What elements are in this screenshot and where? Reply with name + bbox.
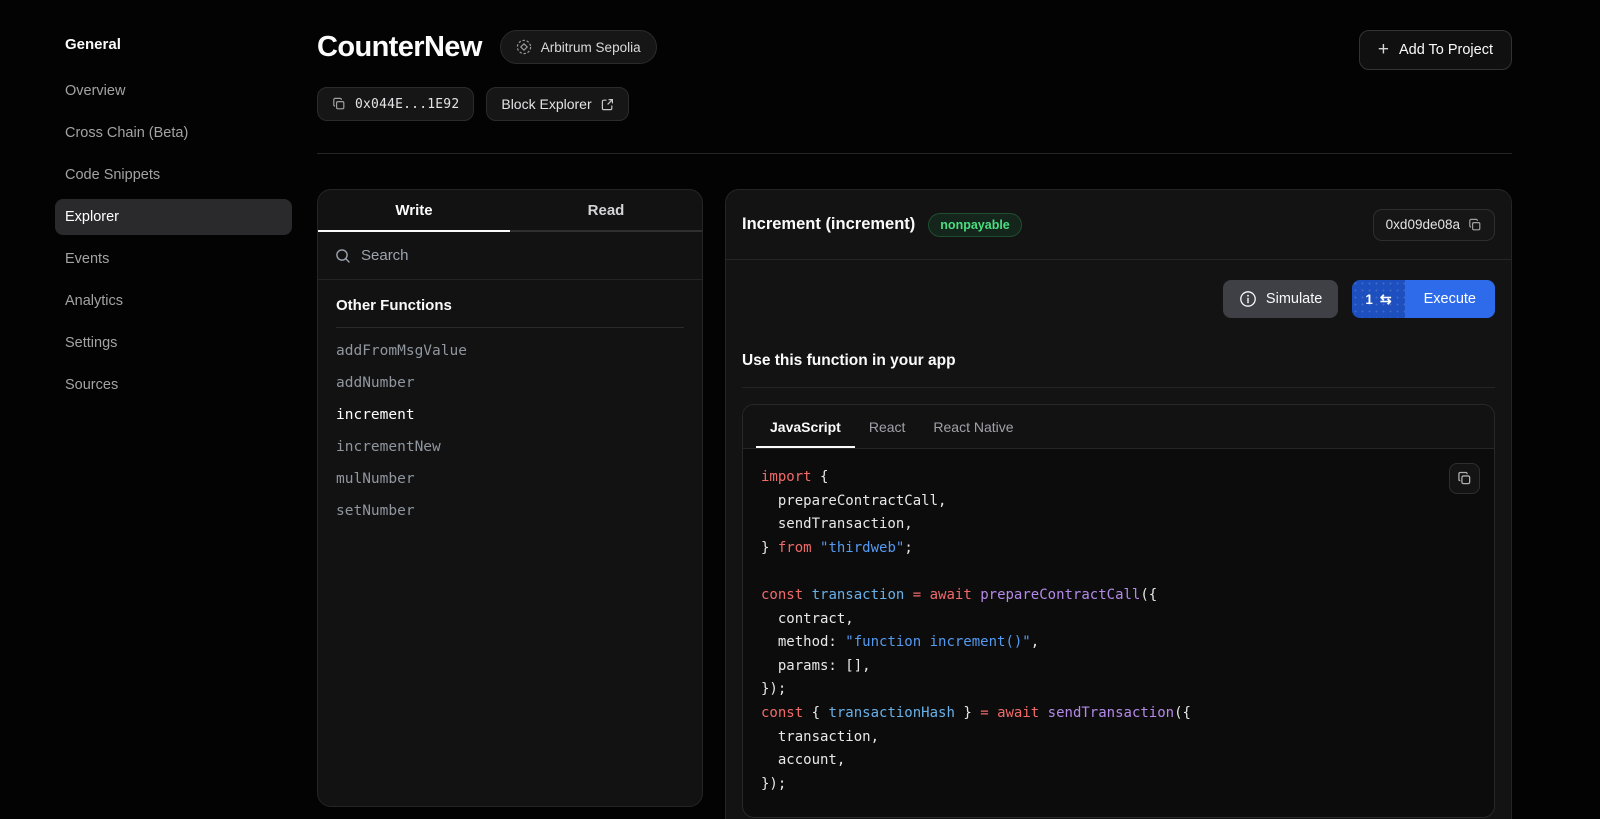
code-line: const transaction = await prepareContrac… bbox=[761, 584, 1476, 608]
code-line: account, bbox=[761, 749, 1476, 773]
functions-section: Other Functions addFromMsgValueaddNumber… bbox=[318, 280, 702, 544]
write-read-tabbar: WriteRead bbox=[318, 190, 702, 232]
usage-divider bbox=[742, 387, 1495, 388]
network-icon bbox=[516, 39, 532, 55]
code-tabbar: JavaScriptReactReact Native bbox=[743, 405, 1494, 449]
function-item-addfrommsgvalue[interactable]: addFromMsgValue bbox=[336, 335, 684, 367]
code-line: params: [], bbox=[761, 655, 1476, 679]
code-card: JavaScriptReactReact Native import { pre… bbox=[742, 404, 1495, 818]
contract-address-label: 0x044E...1E92 bbox=[355, 97, 459, 112]
code-tab-javascript[interactable]: JavaScript bbox=[756, 405, 855, 448]
function-detail-header: Increment (increment) nonpayable 0xd09de… bbox=[726, 190, 1511, 260]
function-detail-panel: Increment (increment) nonpayable 0xd09de… bbox=[725, 189, 1512, 819]
main-content: CounterNew Arbitrum Sepolia + Add To Pro… bbox=[317, 0, 1600, 819]
tab-read[interactable]: Read bbox=[510, 190, 702, 230]
transaction-count: 1 bbox=[1365, 292, 1373, 307]
simulate-label: Simulate bbox=[1266, 291, 1322, 307]
transaction-count-segment[interactable]: 1 ⇆ bbox=[1352, 280, 1404, 318]
simulate-button[interactable]: Simulate bbox=[1223, 280, 1338, 318]
search-row bbox=[318, 232, 702, 280]
function-detail-body: Simulate 1 ⇆ Execute Use this function i… bbox=[726, 280, 1511, 818]
code-snippet: import { prepareContractCall, sendTransa… bbox=[761, 466, 1476, 796]
external-link-icon bbox=[601, 98, 614, 111]
title-wrap: CounterNew Arbitrum Sepolia bbox=[317, 30, 657, 64]
function-item-incrementnew[interactable]: incrementNew bbox=[336, 431, 684, 463]
add-to-project-label: Add To Project bbox=[1399, 42, 1493, 58]
code-line: }); bbox=[761, 678, 1476, 702]
code-line: const { transactionHash } = await sendTr… bbox=[761, 702, 1476, 726]
copy-icon bbox=[332, 97, 346, 111]
function-item-mulnumber[interactable]: mulNumber bbox=[336, 463, 684, 495]
code-area: import { prepareContractCall, sendTransa… bbox=[743, 449, 1494, 813]
contract-address-badge[interactable]: 0x044E...1E92 bbox=[317, 87, 474, 121]
function-item-increment[interactable]: increment bbox=[336, 399, 684, 431]
block-explorer-button[interactable]: Block Explorer bbox=[486, 87, 628, 121]
usage-heading: Use this function in your app bbox=[742, 352, 1495, 370]
copy-icon bbox=[1468, 218, 1482, 232]
contract-meta-row: 0x044E...1E92 Block Explorer bbox=[317, 87, 1512, 121]
search-icon bbox=[335, 248, 351, 264]
info-icon bbox=[1239, 290, 1257, 308]
code-line: transaction, bbox=[761, 726, 1476, 750]
functions-list: addFromMsgValueaddNumberincrementincreme… bbox=[336, 335, 684, 527]
sidebar-item-cross-chain-beta[interactable]: Cross Chain (Beta) bbox=[55, 115, 292, 151]
execute-button[interactable]: 1 ⇆ Execute bbox=[1352, 280, 1495, 318]
code-line: } from "thirdweb"; bbox=[761, 537, 1476, 561]
sidebar-item-explorer[interactable]: Explorer bbox=[55, 199, 292, 235]
function-title-group: Increment (increment) nonpayable bbox=[742, 213, 1022, 237]
code-line: sendTransaction, bbox=[761, 513, 1476, 537]
code-line: prepareContractCall, bbox=[761, 490, 1476, 514]
code-line bbox=[761, 560, 1476, 584]
sidebar: General Overview Cross Chain (Beta) Code S… bbox=[0, 0, 317, 819]
functions-panel: WriteRead Other Functions addFromMsgValu… bbox=[317, 189, 703, 807]
execute-label[interactable]: Execute bbox=[1405, 280, 1495, 318]
search-input[interactable] bbox=[361, 247, 685, 264]
code-line: contract, bbox=[761, 608, 1476, 632]
copy-code-button[interactable] bbox=[1449, 463, 1480, 494]
function-item-addnumber[interactable]: addNumber bbox=[336, 367, 684, 399]
sidebar-heading: General bbox=[65, 36, 292, 53]
block-explorer-label: Block Explorer bbox=[501, 96, 591, 112]
tab-write[interactable]: Write bbox=[318, 190, 510, 230]
sidebar-item-sources[interactable]: Sources bbox=[55, 367, 292, 403]
network-badge[interactable]: Arbitrum Sepolia bbox=[500, 30, 657, 64]
function-title: Increment (increment) bbox=[742, 215, 915, 234]
page-header: CounterNew Arbitrum Sepolia + Add To Pro… bbox=[317, 0, 1512, 70]
add-to-project-button[interactable]: + Add To Project bbox=[1359, 30, 1512, 70]
code-line: import { bbox=[761, 466, 1476, 490]
app-root: General Overview Cross Chain (Beta) Code S… bbox=[0, 0, 1600, 819]
functions-divider bbox=[336, 327, 684, 328]
actions-row: Simulate 1 ⇆ Execute bbox=[742, 280, 1495, 318]
header-divider bbox=[317, 153, 1512, 154]
swap-icon: ⇆ bbox=[1380, 291, 1392, 308]
copy-icon bbox=[1457, 471, 1472, 486]
page-title: CounterNew bbox=[317, 31, 482, 64]
code-line: method: "function increment()", bbox=[761, 631, 1476, 655]
plus-icon: + bbox=[1378, 40, 1389, 59]
sidebar-item-events[interactable]: Events bbox=[55, 241, 292, 277]
sidebar-item-overview[interactable]: Overview bbox=[55, 73, 292, 109]
mutability-badge: nonpayable bbox=[928, 213, 1021, 237]
selector-badge[interactable]: 0xd09de08a bbox=[1373, 209, 1495, 241]
code-tab-react[interactable]: React bbox=[855, 405, 920, 448]
code-tab-react-native[interactable]: React Native bbox=[919, 405, 1027, 448]
code-line: }); bbox=[761, 773, 1476, 797]
network-badge-label: Arbitrum Sepolia bbox=[541, 40, 641, 55]
sidebar-item-settings[interactable]: Settings bbox=[55, 325, 292, 361]
sidebar-nav: Overview Cross Chain (Beta) Code Snippets E… bbox=[55, 73, 292, 403]
functions-section-title: Other Functions bbox=[336, 297, 684, 314]
function-item-setnumber[interactable]: setNumber bbox=[336, 495, 684, 527]
explorer-layout: WriteRead Other Functions addFromMsgValu… bbox=[317, 189, 1512, 819]
sidebar-item-analytics[interactable]: Analytics bbox=[55, 283, 292, 319]
sidebar-item-code-snippets[interactable]: Code Snippets bbox=[55, 157, 292, 193]
selector-value: 0xd09de08a bbox=[1386, 217, 1460, 232]
